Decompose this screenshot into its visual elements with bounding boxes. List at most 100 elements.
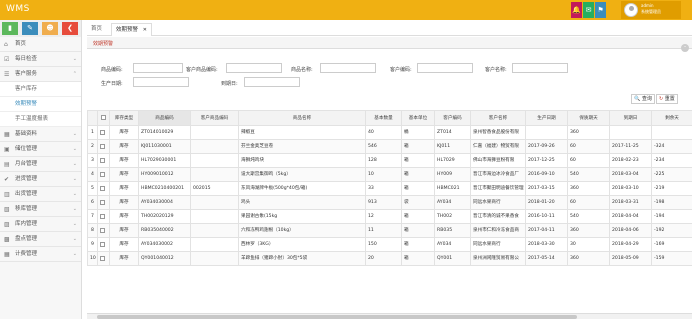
row-checkbox-cell[interactable]: [97, 139, 110, 154]
checkbox[interactable]: [100, 227, 105, 233]
sidebar-subitem[interactable]: 客户库存: [0, 82, 81, 97]
column-header[interactable]: 生产日期: [525, 110, 568, 126]
customer-code-input[interactable]: [417, 63, 473, 73]
bell-icon[interactable]: 🔔: [571, 2, 582, 18]
table-row[interactable]: 8 库存 RB035040002 六和冻鸭鸡翅根（10kg） 11 箱 RB035 泉州市仁和…: [87, 223, 692, 238]
column-header[interactable]: 客户编码: [434, 110, 471, 126]
column-header[interactable]: [87, 110, 98, 126]
sidebar-item-home[interactable]: ⌂ 首页: [0, 37, 81, 52]
column-header[interactable]: 保质期天: [567, 110, 610, 126]
column-header[interactable]: 库存类型: [109, 110, 139, 126]
customer-product-code-input[interactable]: [226, 63, 282, 73]
table-cell: -198: [651, 195, 692, 210]
table-cell: -194: [651, 209, 692, 224]
table-row[interactable]: 5 库存 HBMC0210400201 002015 东风海湖牌牛板(500g*40包/…: [87, 181, 692, 196]
row-checkbox-cell[interactable]: [97, 167, 110, 182]
column-header[interactable]: 商品名称: [238, 110, 366, 126]
row-checkbox-cell[interactable]: [97, 223, 110, 238]
column-header[interactable]: 基本单位: [401, 110, 435, 126]
expiry-date-input[interactable]: [244, 77, 300, 87]
table-cell: 箱: [401, 167, 435, 182]
table-cell: 30: [567, 237, 610, 252]
table-row[interactable]: 10 库存 QY001040012 羊蹄鱼排（猪蹄小肘）30包*5袋 20 箱 QY001 泉…: [87, 251, 692, 266]
customer-name-input[interactable]: [512, 63, 568, 73]
sidebar-item-inventory[interactable]: ▨ 库内管理 ⌄: [0, 217, 81, 232]
sidebar-item-billing[interactable]: ▦ 计费管理 ⌄: [0, 247, 81, 262]
checkbox[interactable]: [100, 199, 105, 205]
table-cell: -225: [651, 167, 692, 182]
envelope-icon[interactable]: ✉: [583, 2, 594, 18]
checkbox[interactable]: [100, 241, 105, 247]
flag-icon[interactable]: ⚑: [595, 2, 606, 18]
close-icon[interactable]: ✕: [143, 27, 147, 33]
select-all-checkbox[interactable]: [97, 110, 110, 126]
row-checkbox-cell[interactable]: [97, 153, 110, 168]
table-row[interactable]: 1 库存 ZT014010029 辣椒豆 40 桶 ZT014 泉州智香食品股份有限 360: [87, 125, 692, 140]
table-cell: 360: [567, 251, 610, 266]
sidebar-item-database[interactable]: ▦ 基础资料 ⌄: [0, 127, 81, 142]
column-header[interactable]: 到期日: [609, 110, 652, 126]
row-checkbox-cell[interactable]: [97, 125, 110, 140]
table-row[interactable]: 9 库存 AY034030002 西林罗（3KG） 150 箱 AY034 同远水果商行 201…: [87, 237, 692, 252]
product-code-input[interactable]: [133, 63, 183, 73]
column-header[interactable]: 客户名称: [470, 110, 526, 126]
checkbox[interactable]: [100, 185, 105, 191]
row-checkbox-cell[interactable]: [97, 195, 110, 210]
sidebar-item-move[interactable]: ▧ 移库管理 ⌄: [0, 202, 81, 217]
table-cell: 库存: [109, 139, 139, 154]
table-row[interactable]: 7 库存 TH002020129 果园谢古象(15kg 12 箱 TH002 晋江市清的诚不果…: [87, 209, 692, 224]
table-cell: [190, 223, 239, 238]
tab-expiry-warning[interactable]: 效期预警 ✕: [111, 23, 152, 36]
table-row[interactable]: 6 库存 AY034030004 鸡头 913 袋 AY034 同远水果商行 2018-01-2…: [87, 195, 692, 210]
row-checkbox-cell[interactable]: [97, 237, 110, 252]
search-button[interactable]: 🔍 查询: [631, 94, 655, 104]
pencil-icon[interactable]: ✎: [22, 22, 38, 35]
row-checkbox-cell[interactable]: [97, 251, 110, 266]
table-cell: 晋江市清的诚不果香食: [470, 209, 526, 224]
row-checkbox-cell[interactable]: [97, 209, 110, 224]
column-header[interactable]: 基本数量: [365, 110, 402, 126]
checkbox[interactable]: [100, 213, 105, 219]
share-icon[interactable]: ❮: [62, 22, 78, 35]
location-icon: ▣: [4, 146, 10, 153]
checkbox[interactable]: [100, 255, 105, 261]
production-date-input[interactable]: [133, 77, 189, 87]
column-header[interactable]: 剩余天: [651, 110, 692, 126]
sidebar-item-service[interactable]: ☰ 客户服务 ⌃: [0, 67, 81, 82]
chart-icon[interactable]: ▮: [2, 22, 18, 35]
column-header[interactable]: 商品编码: [138, 110, 191, 126]
checkbox[interactable]: [100, 157, 105, 163]
sidebar-subitem[interactable]: 效期预警: [0, 97, 81, 112]
table-cell: 海狮炖鸡块: [238, 153, 366, 168]
sidebar-item-label: 移库管理: [15, 206, 38, 212]
reset-button[interactable]: ↻ 重置: [656, 94, 678, 104]
table-cell: 5: [87, 181, 98, 196]
table-row[interactable]: 4 库存 HY009010012 设大斯宫集御鸡（5kg） 10 箱 HY009 晋江市海边冰…: [87, 167, 692, 182]
checkbox[interactable]: [101, 115, 106, 120]
chevron-down-icon: ⌄: [72, 236, 77, 242]
sidebar-item-count[interactable]: ▩ 盘点管理 ⌄: [0, 232, 81, 247]
collapse-icon[interactable]: ⌃: [681, 44, 689, 52]
tab-home[interactable]: 首页: [87, 23, 106, 36]
table-row[interactable]: 2 库存 KJ011030001 芬兰金奥芝豆卷 546 箱 KJ011 仁嘉（福建）物贸有限…: [87, 139, 692, 154]
user-menu[interactable]: admin 系统管理员: [621, 1, 681, 19]
column-header[interactable]: 客户商品编码: [190, 110, 239, 126]
sidebar-item-dock[interactable]: ▤ 月台管理 ⌄: [0, 157, 81, 172]
checkbox[interactable]: [100, 129, 105, 135]
table-cell: 库存: [109, 209, 139, 224]
table-row[interactable]: 3 库存 HL7029030001 海狮炖鸡块 128 箱 HL7029 佛山市海狮豆粉有限 2…: [87, 153, 692, 168]
sidebar-item-location[interactable]: ▣ 储位管理 ⌄: [0, 142, 81, 157]
product-name-input[interactable]: [320, 63, 376, 73]
sidebar-subitem[interactable]: 手工温度报表: [0, 112, 81, 127]
horizontal-scrollbar[interactable]: [87, 313, 692, 319]
checkbox[interactable]: [100, 171, 105, 177]
table-cell: 002015: [190, 181, 239, 196]
checkbox[interactable]: [100, 143, 105, 149]
users-icon[interactable]: ☻: [42, 22, 58, 35]
sidebar-item-check[interactable]: ☑ 每日检查 ⌄: [0, 52, 81, 67]
sidebar-item-inbound[interactable]: ✔ 进货管理 ⌄: [0, 172, 81, 187]
sidebar-item-outbound[interactable]: ▥ 出货管理 ⌄: [0, 187, 81, 202]
scrollbar-thumb[interactable]: [97, 315, 577, 319]
row-checkbox-cell[interactable]: [97, 181, 110, 196]
inventory-icon: ▨: [4, 221, 10, 228]
